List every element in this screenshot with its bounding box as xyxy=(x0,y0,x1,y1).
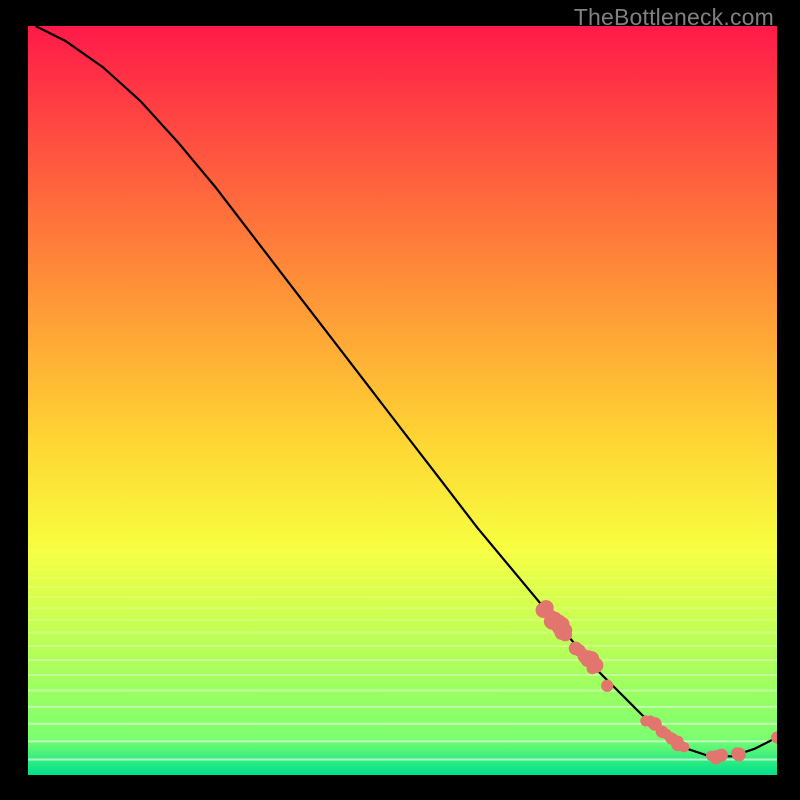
watermark-text: TheBottleneck.com xyxy=(574,4,774,31)
gradient-bg xyxy=(28,26,777,775)
bottleneck-chart xyxy=(28,26,777,775)
chart-frame xyxy=(28,26,777,775)
